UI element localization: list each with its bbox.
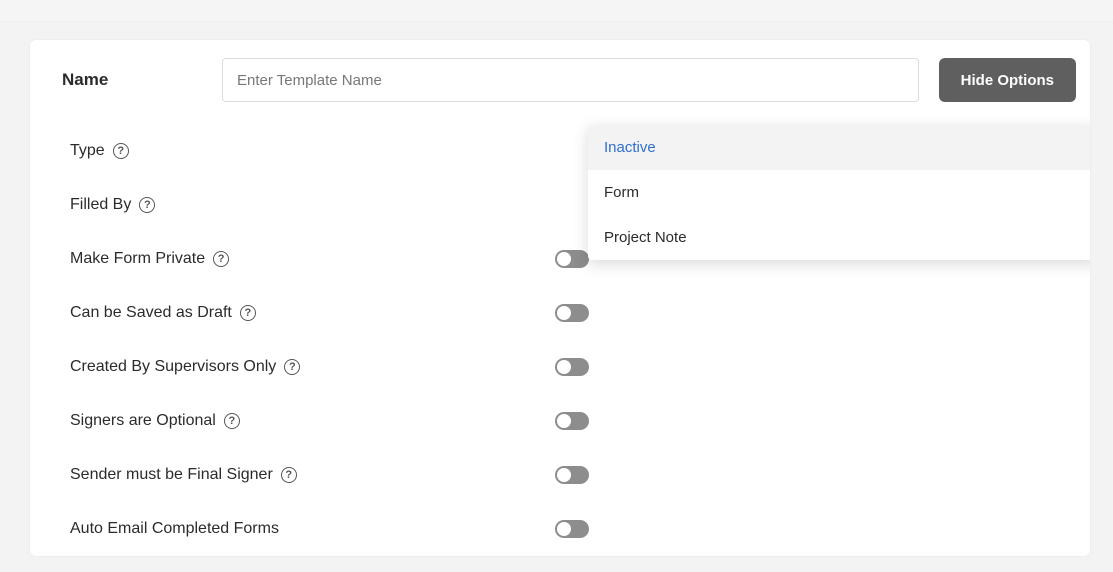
supervisors-only-toggle[interactable] (555, 358, 589, 376)
row-sender-final: Sender must be Final Signer ? (70, 448, 1076, 502)
type-option-form[interactable]: Form (588, 170, 1090, 215)
row-save-draft: Can be Saved as Draft ? (70, 286, 1076, 340)
sender-final-label: Sender must be Final Signer ? (70, 466, 555, 484)
save-draft-label-text: Can be Saved as Draft (70, 304, 232, 322)
save-draft-label: Can be Saved as Draft ? (70, 304, 555, 322)
filled-by-label: Filled By ? (70, 196, 555, 214)
auto-email-label-text: Auto Email Completed Forms (70, 520, 279, 538)
row-supervisors-only: Created By Supervisors Only ? (70, 340, 1076, 394)
supervisors-only-label-text: Created By Supervisors Only (70, 358, 276, 376)
type-label: Type ? (70, 142, 555, 160)
make-private-label: Make Form Private ? (70, 250, 555, 268)
auto-email-label: Auto Email Completed Forms (70, 520, 555, 538)
help-icon[interactable]: ? (213, 251, 229, 267)
help-icon[interactable]: ? (240, 305, 256, 321)
signers-optional-label: Signers are Optional ? (70, 412, 555, 430)
signers-optional-label-text: Signers are Optional (70, 412, 216, 430)
save-draft-toggle[interactable] (555, 304, 589, 322)
type-option-project-note[interactable]: Project Note (588, 215, 1090, 260)
help-icon[interactable]: ? (139, 197, 155, 213)
template-settings-card: Name Hide Options Type ? Filled By ? Mak… (30, 40, 1090, 556)
help-icon[interactable]: ? (284, 359, 300, 375)
help-icon[interactable]: ? (113, 143, 129, 159)
signers-optional-toggle[interactable] (555, 412, 589, 430)
row-signers-optional: Signers are Optional ? (70, 394, 1076, 448)
type-option-inactive[interactable]: Inactive (588, 125, 1090, 170)
auto-email-toggle[interactable] (555, 520, 589, 538)
type-dropdown[interactable]: Inactive Form Project Note (588, 125, 1090, 260)
template-name-input[interactable] (222, 58, 919, 102)
top-bar (0, 0, 1113, 22)
filled-by-label-text: Filled By (70, 196, 131, 214)
make-private-toggle[interactable] (555, 250, 589, 268)
name-label: Name (62, 70, 202, 90)
sender-final-label-text: Sender must be Final Signer (70, 466, 273, 484)
hide-options-button[interactable]: Hide Options (939, 58, 1076, 102)
sender-final-toggle[interactable] (555, 466, 589, 484)
make-private-label-text: Make Form Private (70, 250, 205, 268)
row-auto-email: Auto Email Completed Forms (70, 502, 1076, 556)
header-row: Name Hide Options (30, 58, 1090, 102)
help-icon[interactable]: ? (224, 413, 240, 429)
help-icon[interactable]: ? (281, 467, 297, 483)
type-label-text: Type (70, 142, 105, 160)
supervisors-only-label: Created By Supervisors Only ? (70, 358, 555, 376)
